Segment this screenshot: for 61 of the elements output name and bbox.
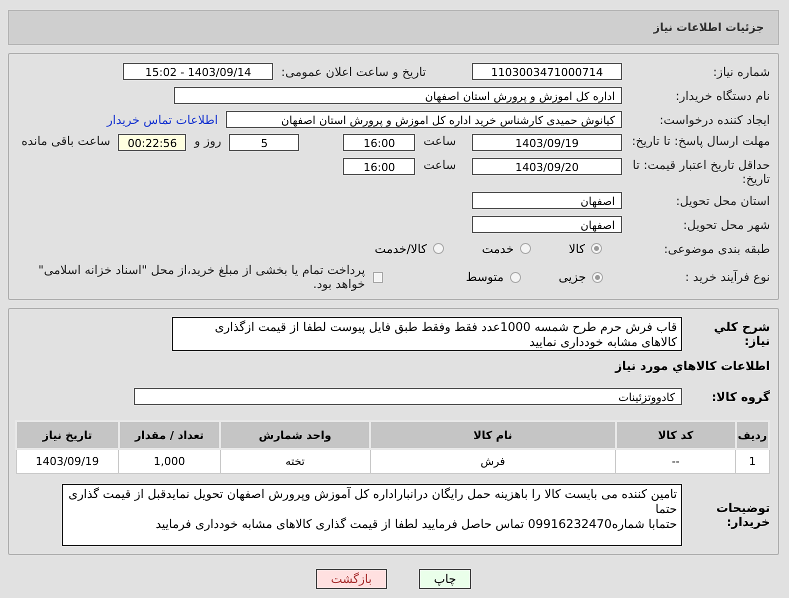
radio-button[interactable] — [592, 272, 604, 282]
table-cell: فرش — [370, 449, 616, 474]
province-field: اصفهان — [472, 192, 622, 209]
radio-label: خدمت — [482, 242, 514, 256]
field-label: ساعت — [423, 158, 456, 172]
field-label: استان محل تحویل: — [674, 194, 770, 208]
field-label: حداقل تاریخ اعتبار قیمت: تا تاریخ: — [632, 158, 770, 186]
contact-link[interactable]: اطلاعات تماس خریدار — [106, 112, 218, 126]
section-heading: اطلاعات کالاهاي مورد نياز — [614, 359, 770, 373]
field-label: نام دستگاه خریدار: — [674, 88, 770, 102]
notes-textarea[interactable]: تامین کننده می بایست کالا را باهزینه حمل رایگان درانباراداره کل آموزش وپرورش اصفهان تحویل نمایدقبل از قیمت گذاری حتما حتمابا شماره09916232470 تماس حاصل فرمایید لطفا از قیمت گذاری کالاهای مشابه خودداری فرمایید — [62, 484, 682, 546]
page-title: جزئیات اطلاعات نیاز — [654, 21, 764, 34]
column-header: تاریخ نیاز — [16, 421, 119, 449]
column-header: نام کالا — [370, 421, 616, 449]
column-header: تعداد / مقدار — [118, 421, 220, 449]
field-label: گروه کالا: — [710, 390, 770, 404]
column-header: کد کالا — [616, 421, 736, 449]
table-cell: -- — [616, 449, 736, 474]
table-cell: 1403/09/19 — [16, 449, 119, 474]
field-label: مهلت ارسال پاسخ: تا تاریخ: — [630, 134, 770, 148]
table-cell: 1,000 — [118, 449, 220, 474]
need-number-field: 1103003471000714 — [472, 63, 622, 80]
radio-button[interactable] — [520, 243, 531, 254]
buyer-org-field: اداره کل اموزش و پرورش استان اصفهان — [174, 87, 622, 104]
field-label: تاریخ و ساعت اعلان عمومی: — [281, 64, 426, 78]
city-field: اصفهان — [472, 216, 622, 233]
description-textarea[interactable]: قاب فرش حرم طرح شمسه 1000عدد فقط وفقط طبق فایل پیوست لطفا از قیمت ازگذاری کالاهای مشابه خودداری نمایید — [172, 317, 682, 351]
days-field: 5 — [229, 134, 300, 151]
column-header: واحد شمارش — [220, 421, 370, 449]
checkbox[interactable] — [373, 272, 384, 282]
deadline-time-field: 16:00 — [343, 134, 416, 151]
field-label: نوع فرآیند خرید : — [684, 270, 770, 284]
radio-button[interactable] — [510, 272, 521, 282]
field-label: طبقه بندی موضوعی: — [662, 242, 770, 256]
radio-label: کالا/خدمت — [374, 242, 427, 256]
radio-button[interactable] — [432, 243, 444, 254]
field-label: ساعت باقی مانده — [21, 134, 110, 148]
field-label: شهر محل تحویل: — [682, 218, 770, 232]
remaining-time-field: 00:22:56 — [118, 134, 186, 151]
column-header: ردیف — [736, 421, 769, 449]
field-label: شماره نیاز: — [712, 64, 770, 78]
radio-label: کالا — [568, 242, 585, 256]
field-label: ایجاد کننده درخواست: — [658, 112, 770, 126]
table-cell: 1 — [736, 449, 769, 474]
back-button[interactable]: بازگشت — [316, 569, 387, 589]
radio-button[interactable] — [591, 243, 602, 254]
field-label: روز و — [194, 134, 222, 148]
field-label: شرح کلي نياز: — [712, 320, 770, 348]
radio-label: جزیی — [558, 270, 586, 284]
table-cell: تخته — [220, 449, 370, 474]
validity-date-field: 1403/09/20 — [472, 158, 622, 175]
radio-label: متوسط — [466, 270, 504, 284]
deadline-date-field: 1403/09/19 — [472, 134, 622, 151]
checkbox-label: پرداخت تمام یا بخشی از مبلغ خرید،از محل "اسناد خزانه اسلامی" خواهد بود. — [37, 263, 366, 291]
field-label: ساعت — [423, 134, 456, 148]
field-label: توضیحات خریدار: — [715, 501, 770, 529]
goods-group-field: کادووتزئینات — [134, 388, 682, 405]
print-button[interactable]: چاپ — [418, 569, 472, 589]
requester-field: کیانوش حمیدی کارشناس خرید اداره کل اموزش و پرورش استان اصفهان — [226, 111, 622, 128]
validity-time-field: 16:00 — [343, 158, 416, 175]
announce-date-field: 1403/09/14 - 15:02 — [123, 63, 274, 80]
